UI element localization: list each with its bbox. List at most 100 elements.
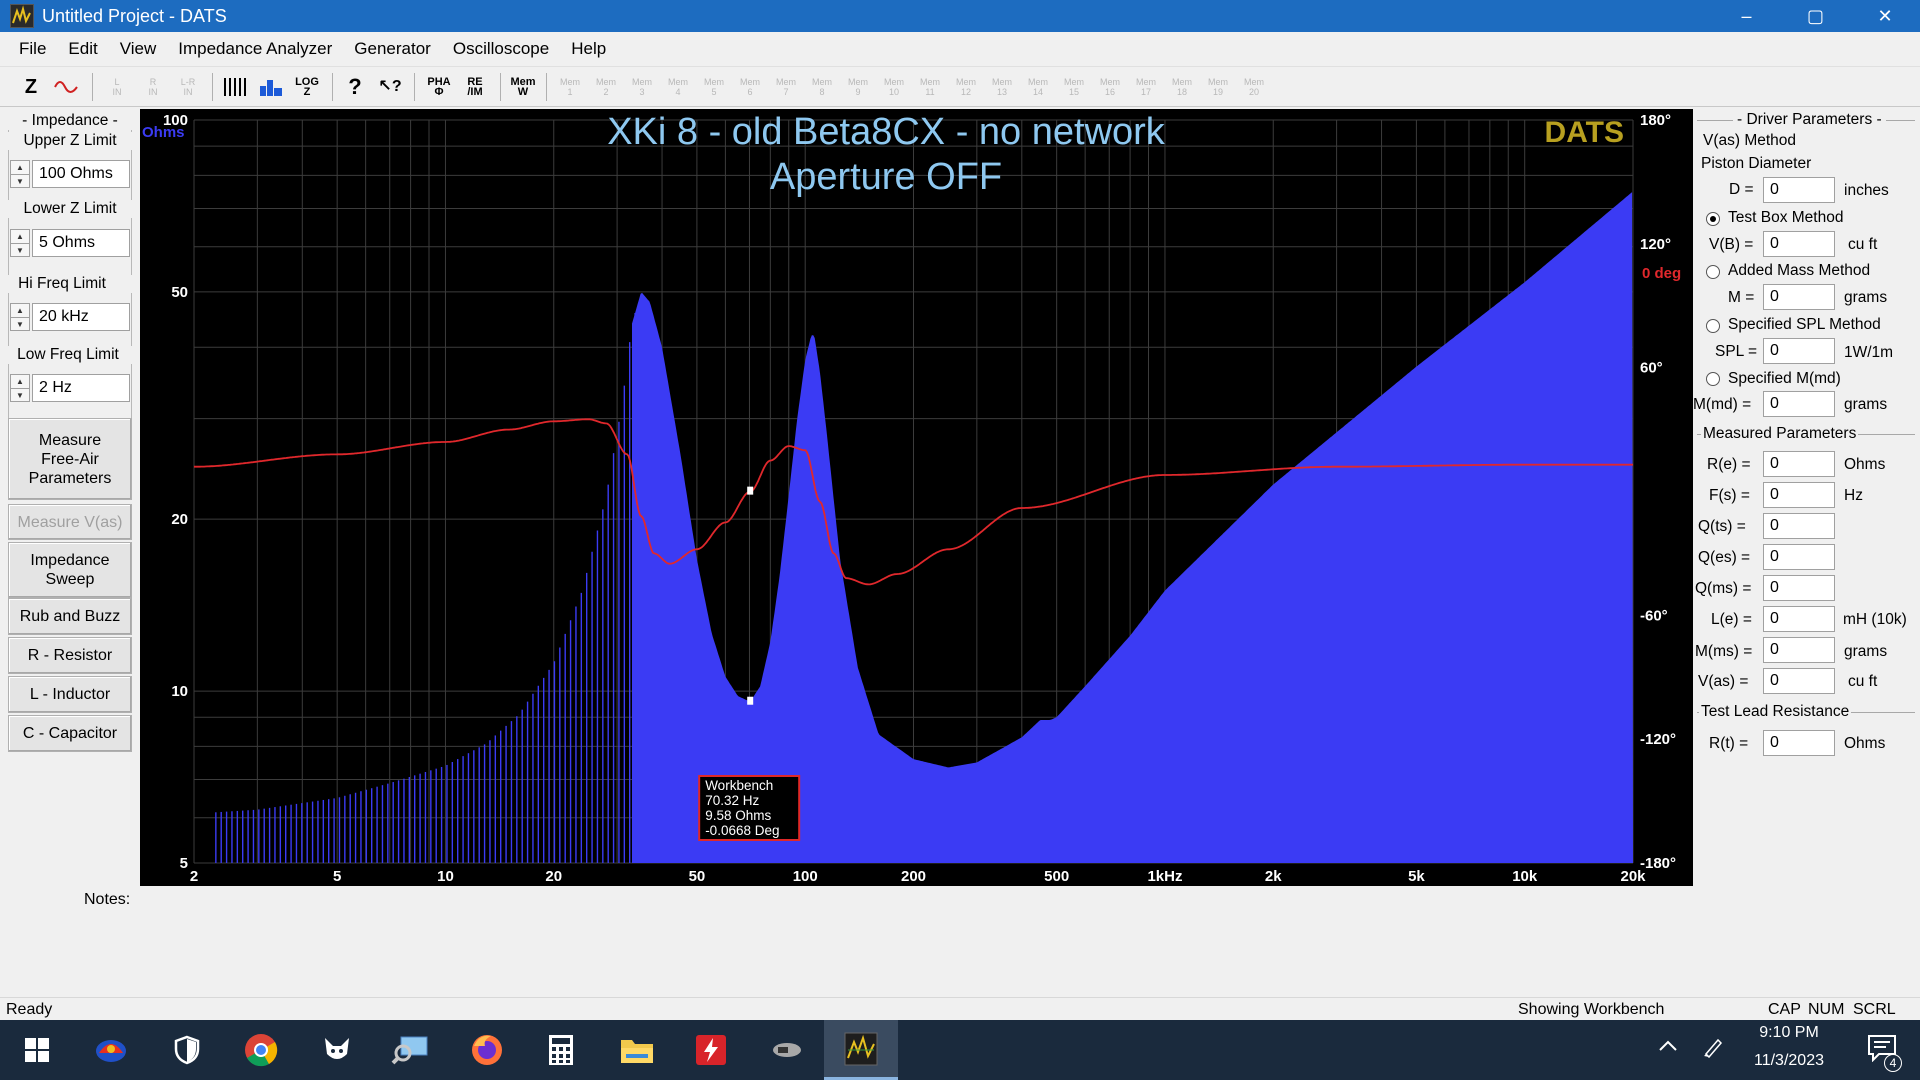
phase-button[interactable]: PHA Φ [424,72,454,102]
impedance-chart[interactable]: 2 5 10 20 50 100 200 500 1kHz 2k 5k 10k 20k 100 50 20 10… [140,109,1693,886]
magnifier-app-icon[interactable] [374,1020,448,1080]
memory-slot-6-button[interactable]: Mem 6 [735,72,765,102]
mms-field[interactable]: 0 [1763,637,1835,663]
added-mass-radio[interactable] [1706,265,1720,279]
hi-freq-limit-spinner[interactable]: ▲ ▼ 20 kHz [10,303,130,331]
memory-slot-4-button[interactable]: Mem 4 [663,72,693,102]
spin-up-icon[interactable]: ▲ [11,375,29,388]
menu-help[interactable]: Help [560,39,617,59]
memory-slot-15-button[interactable]: Mem 15 [1059,72,1089,102]
low-freq-limit-spinner[interactable]: ▲ ▼ 2 Hz [10,374,130,402]
qts-field[interactable]: 0 [1763,513,1835,539]
low-freq-limit-value[interactable]: 2 Hz [32,374,130,402]
memory-slot-19-button[interactable]: Mem 19 [1203,72,1233,102]
memory-slot-20-button[interactable]: Mem 20 [1239,72,1269,102]
memory-slot-8-button[interactable]: Mem 8 [807,72,837,102]
added-mass-label[interactable]: Added Mass Method [1728,262,1870,280]
fs-field[interactable]: 0 [1763,482,1835,508]
maximize-button[interactable]: ▢ [1781,0,1850,32]
inductor-button[interactable]: L - Inductor [8,676,132,713]
menu-generator[interactable]: Generator [343,39,442,59]
test-box-label[interactable]: Test Box Method [1728,209,1843,227]
spin-up-icon[interactable]: ▲ [11,304,29,317]
rub-and-buzz-button[interactable]: Rub and Buzz [8,598,132,635]
memory-slot-13-button[interactable]: Mem 13 [987,72,1017,102]
qms-field[interactable]: 0 [1763,575,1835,601]
clock-date[interactable]: 11/3/2023 [1738,1052,1840,1070]
memory-slot-11-button[interactable]: Mem 11 [915,72,945,102]
memory-slot-7-button[interactable]: Mem 7 [771,72,801,102]
impedance-mode-button[interactable]: Z [16,72,46,102]
real-imag-button[interactable]: RE /IM [460,72,490,102]
upper-z-limit-spinner[interactable]: ▲ ▼ 100 Ohms [10,160,130,188]
memory-slot-2-button[interactable]: Mem 2 [591,72,621,102]
pen-tray-icon[interactable] [1700,1036,1726,1063]
rt-field[interactable]: 0 [1763,730,1835,756]
specified-spl-radio[interactable] [1706,319,1720,333]
chart-svg[interactable]: 2 5 10 20 50 100 200 500 1kHz 2k 5k 10k 20k100502010… [140,109,1693,886]
test-box-radio[interactable] [1706,212,1720,226]
spin-down-icon[interactable]: ▼ [11,388,29,402]
impedance-sweep-button[interactable]: Impedance Sweep [8,542,132,598]
notes-field[interactable] [140,886,1920,994]
left-right-input-button[interactable]: L-R IN [173,72,203,102]
menu-view[interactable]: View [109,39,168,59]
bar-chart-icon[interactable] [256,72,286,102]
measure-vas-button[interactable]: Measure V(as) [8,504,132,540]
capacitor-button[interactable]: C - Capacitor [8,715,132,752]
re-field[interactable]: 0 [1763,451,1835,477]
menu-edit[interactable]: Edit [57,39,108,59]
red-bolt-app-icon[interactable] [674,1020,748,1080]
cat-app-icon[interactable] [300,1020,374,1080]
spin-down-icon[interactable]: ▼ [11,243,29,257]
specified-mmd-radio[interactable] [1706,372,1720,386]
memory-slot-14-button[interactable]: Mem 14 [1023,72,1053,102]
firefox-icon[interactable] [450,1020,524,1080]
vas-field[interactable]: 0 [1763,668,1835,694]
memory-slot-12-button[interactable]: Mem 12 [951,72,981,102]
help-icon[interactable]: ? [340,72,370,102]
windows-start-icon[interactable] [0,1020,74,1080]
menu-oscilloscope[interactable]: Oscilloscope [442,39,560,59]
notification-icon[interactable]: 4 [1862,1034,1902,1072]
chrome-icon[interactable] [224,1020,298,1080]
app-red-blue-icon[interactable] [74,1020,148,1080]
spin-up-icon[interactable]: ▲ [11,161,29,174]
memory-slot-18-button[interactable]: Mem 18 [1167,72,1197,102]
minimize-button[interactable]: – [1712,0,1781,32]
tray-chevron-up-icon[interactable] [1656,1038,1680,1057]
memory-slot-3-button[interactable]: Mem 3 [627,72,657,102]
spin-down-icon[interactable]: ▼ [11,317,29,331]
generator-sine-icon[interactable] [52,72,82,102]
spin-up-icon[interactable]: ▲ [11,230,29,243]
clock-time[interactable]: 9:10 PM [1738,1024,1840,1042]
memory-slot-5-button[interactable]: Mem 5 [699,72,729,102]
spin-down-icon[interactable]: ▼ [11,174,29,188]
menu-impedance-analyzer[interactable]: Impedance Analyzer [167,39,343,59]
menu-file[interactable]: File [8,39,57,59]
piston-diameter-field[interactable]: 0 [1763,177,1835,203]
le-field[interactable]: 0 [1763,606,1835,632]
lower-z-limit-spinner[interactable]: ▲ ▼ 5 Ohms [10,229,130,257]
calculator-icon[interactable] [524,1020,598,1080]
dats-taskbar-icon[interactable] [824,1020,898,1080]
right-input-button[interactable]: R IN [138,72,168,102]
upper-z-limit-value[interactable]: 100 Ohms [32,160,130,188]
security-shield-icon[interactable] [150,1020,224,1080]
memory-slot-10-button[interactable]: Mem 10 [879,72,909,102]
close-button[interactable]: ✕ [1850,0,1920,32]
memory-slot-1-button[interactable]: Mem 1 [555,72,585,102]
resistor-button[interactable]: R - Resistor [8,637,132,674]
added-mass-field[interactable]: 0 [1763,284,1835,310]
hi-freq-limit-value[interactable]: 20 kHz [32,303,130,331]
specified-spl-label[interactable]: Specified SPL Method [1728,316,1881,334]
memory-slot-9-button[interactable]: Mem 9 [843,72,873,102]
memory-slot-16-button[interactable]: Mem 16 [1095,72,1125,102]
vb-field[interactable]: 0 [1763,231,1835,257]
bars-icon[interactable] [220,72,250,102]
left-input-button[interactable]: L IN [102,72,132,102]
lower-z-limit-value[interactable]: 5 Ohms [32,229,130,257]
remote-mouse-icon[interactable] [750,1020,824,1080]
memory-write-button[interactable]: Mem W [508,72,538,102]
measure-free-air-button[interactable]: Measure Free-Air Parameters [8,418,132,500]
